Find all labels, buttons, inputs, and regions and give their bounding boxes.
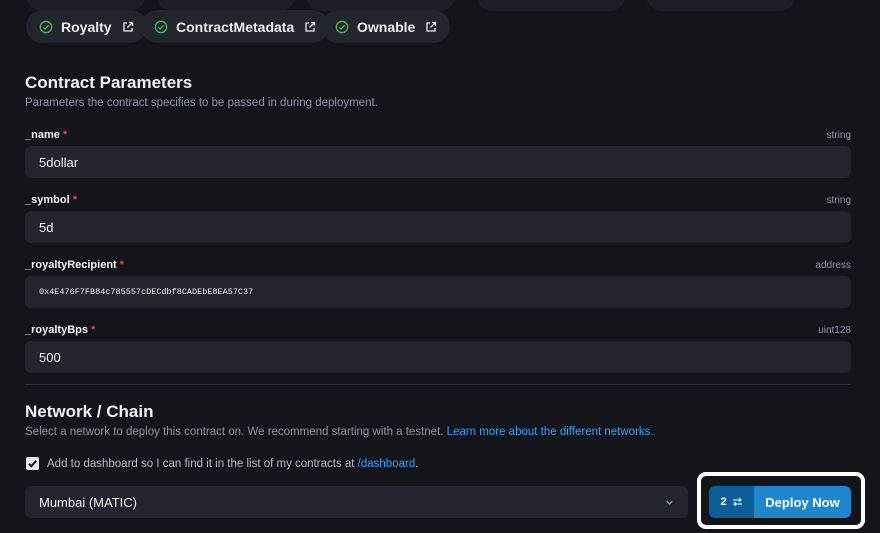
external-link-icon[interactable] [122, 21, 134, 33]
extension-pill-royalty[interactable]: Royalty [26, 10, 147, 43]
field-label-royalty-recipient: _royaltyRecipient * [25, 259, 125, 271]
field-type-royalty-bps: uint128 [818, 325, 851, 336]
network-select[interactable]: Mumbai (MATIC) [25, 486, 688, 518]
deploy-group[interactable]: 2 Deploy Now [709, 486, 851, 518]
network-chain-title: Network / Chain [25, 402, 154, 421]
swap-arrows-icon [732, 497, 742, 507]
required-mark: * [62, 129, 68, 141]
required-mark: * [72, 194, 77, 206]
extension-label: Royalty [61, 18, 112, 35]
royalty-recipient-input[interactable] [25, 276, 851, 308]
extension-label: ContractMetadata [176, 18, 295, 35]
royalty-bps-input[interactable] [25, 341, 851, 373]
extension-pill-hidden-5 [646, 0, 796, 11]
field-label-symbol: _symbol * [25, 194, 77, 206]
symbol-input[interactable] [25, 211, 851, 243]
name-input[interactable] [25, 146, 851, 178]
external-link-icon[interactable] [304, 21, 316, 33]
field-label-name: _name * [25, 129, 68, 141]
learn-networks-link[interactable]: Learn more about the different networks. [447, 426, 654, 438]
add-to-dashboard-label: Add to dashboard so I can find it in the… [47, 458, 419, 470]
extension-pill-ownable[interactable]: Ownable [322, 10, 451, 43]
check-circle-icon [39, 20, 53, 33]
deploy-now-button[interactable]: Deploy Now [754, 486, 851, 518]
field-type-royalty-recipient: address [815, 260, 851, 271]
checkmark-icon [28, 460, 37, 468]
contract-parameters-subtitle: Parameters the contract specifies to be … [25, 97, 378, 109]
field-type-name: string [826, 130, 851, 141]
extension-label: Ownable [357, 18, 416, 35]
required-mark: * [91, 324, 96, 336]
extension-pill-hidden-4 [476, 0, 626, 11]
network-chain-subtitle: Select a network to deploy this contract… [25, 426, 654, 438]
section-divider [25, 384, 851, 385]
contract-parameters-title: Contract Parameters [25, 73, 193, 92]
field-label-royalty-bps: _royaltyBps * [25, 324, 96, 336]
extension-pill-contractmetadata[interactable]: ContractMetadata [141, 10, 330, 43]
check-circle-icon [154, 20, 168, 33]
external-link-icon[interactable] [425, 21, 437, 33]
add-to-dashboard-checkbox[interactable] [26, 457, 39, 470]
check-circle-icon [335, 20, 349, 33]
transaction-count-badge: 2 [709, 486, 754, 518]
network-select-value: Mumbai (MATIC) [39, 494, 137, 510]
field-type-symbol: string [826, 195, 851, 206]
chevron-down-icon [666, 500, 673, 505]
dashboard-link[interactable]: /dashboard [358, 458, 416, 470]
required-mark: * [119, 259, 125, 271]
